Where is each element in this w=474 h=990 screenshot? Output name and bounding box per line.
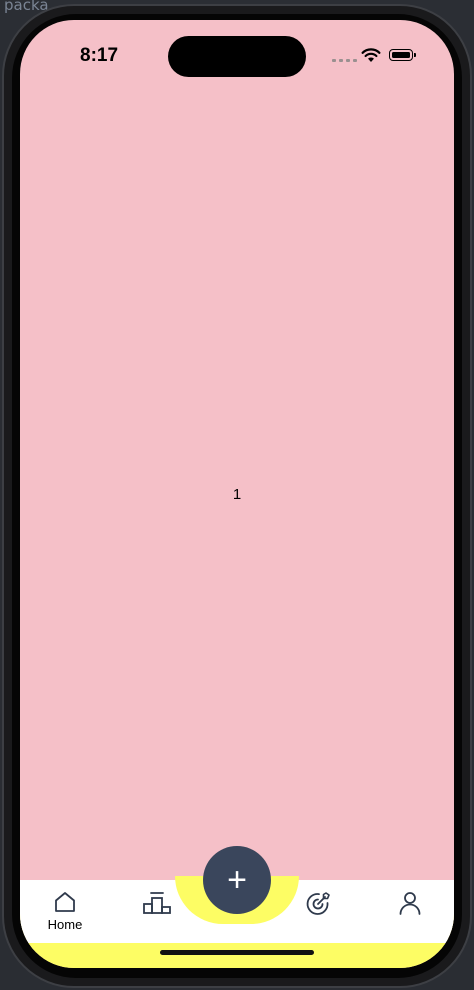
add-button[interactable]: + [203, 846, 271, 914]
page-content-text: 1 [232, 486, 242, 503]
tab-profile[interactable] [380, 890, 440, 916]
status-time: 8:17 [80, 45, 119, 66]
profile-icon [399, 892, 421, 915]
add-icon: + [227, 861, 247, 899]
home-indicator[interactable] [160, 950, 314, 955]
tab-home[interactable]: Home [35, 890, 95, 932]
battery-icon [389, 49, 416, 61]
app-screen: 8:17 1 Home + [20, 20, 454, 968]
leaderboard-icon [143, 892, 171, 914]
dynamic-island [168, 36, 306, 77]
cellular-signal-icon [332, 59, 357, 62]
tab-goals[interactable] [288, 890, 348, 918]
wifi-icon [361, 48, 381, 62]
tab-home-label: Home [47, 917, 83, 932]
home-icon [55, 892, 75, 912]
tab-leaderboard[interactable] [127, 890, 187, 916]
target-icon [306, 892, 330, 915]
